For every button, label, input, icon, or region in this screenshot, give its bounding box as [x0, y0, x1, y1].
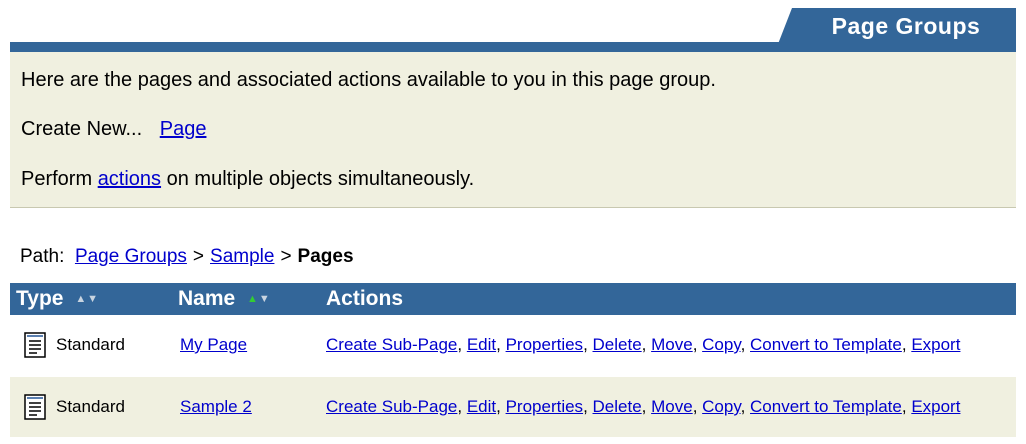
action-move[interactable]: Move: [651, 335, 693, 354]
pages-table: Type ▲ ▼ Name ▲ ▼ Actions Standard My Pa…: [10, 283, 1016, 437]
page-name-link[interactable]: My Page: [180, 335, 247, 354]
column-header-type[interactable]: Type ▲ ▼: [10, 283, 172, 315]
perform-suffix: on multiple objects simultaneously.: [166, 168, 475, 190]
action-copy[interactable]: Copy: [702, 335, 740, 354]
path-label: Path:: [20, 246, 65, 267]
action-properties[interactable]: Properties: [506, 335, 583, 354]
perform-prefix: Perform: [21, 168, 93, 190]
breadcrumb-page-groups[interactable]: Page Groups: [75, 246, 187, 267]
triangle-up-icon[interactable]: ▲: [75, 293, 86, 305]
type-label: Standard: [56, 397, 125, 416]
action-create-sub-page[interactable]: Create Sub-Page: [326, 397, 457, 416]
table-header-row: Type ▲ ▼ Name ▲ ▼ Actions: [10, 283, 1016, 315]
type-cell: Standard: [10, 394, 172, 420]
actions-link[interactable]: actions: [98, 168, 161, 190]
action-copy[interactable]: Copy: [702, 397, 740, 416]
breadcrumb: Path: Page Groups > Sample > Pages: [20, 246, 354, 268]
action-edit[interactable]: Edit: [467, 397, 496, 416]
page-header: Page Groups: [0, 0, 1026, 52]
create-new-label: Create New...: [21, 118, 143, 140]
action-create-sub-page[interactable]: Create Sub-Page: [326, 335, 457, 354]
sort-icons[interactable]: ▲ ▼: [75, 293, 98, 305]
action-properties[interactable]: Properties: [506, 397, 583, 416]
perform-actions-line: Perform actions on multiple objects simu…: [21, 168, 474, 191]
intro-panel: Here are the pages and associated action…: [10, 52, 1016, 208]
action-export[interactable]: Export: [911, 335, 960, 354]
intro-description: Here are the pages and associated action…: [21, 69, 716, 91]
page-name-link[interactable]: Sample 2: [180, 397, 252, 416]
action-delete[interactable]: Delete: [593, 397, 642, 416]
column-header-actions: Actions: [320, 283, 1016, 315]
action-edit[interactable]: Edit: [467, 335, 496, 354]
action-export[interactable]: Export: [911, 397, 960, 416]
breadcrumb-separator: >: [280, 246, 292, 267]
tab-title: Page Groups: [831, 12, 981, 39]
create-page-link[interactable]: Page: [160, 118, 207, 140]
triangle-up-icon[interactable]: ▲: [247, 293, 258, 305]
document-icon: [24, 332, 46, 358]
table-row: Standard Sample 2 Create Sub-Page, Edit,…: [10, 377, 1016, 437]
action-delete[interactable]: Delete: [593, 335, 642, 354]
actions-cell: Create Sub-Page, Edit, Properties, Delet…: [320, 315, 1016, 375]
table-row: Standard My Page Create Sub-Page, Edit, …: [10, 315, 1016, 375]
action-convert-to-template[interactable]: Convert to Template: [750, 335, 902, 354]
actions-cell: Create Sub-Page, Edit, Properties, Delet…: [320, 377, 1016, 437]
document-icon: [24, 394, 46, 420]
breadcrumb-separator: >: [192, 246, 205, 267]
triangle-down-icon[interactable]: ▼: [87, 293, 98, 305]
breadcrumb-current: Pages: [297, 246, 354, 267]
type-label: Standard: [56, 335, 125, 354]
action-move[interactable]: Move: [651, 397, 693, 416]
create-new-line: Create New... Page: [21, 118, 206, 141]
breadcrumb-sample[interactable]: Sample: [210, 246, 274, 267]
triangle-down-icon[interactable]: ▼: [259, 293, 270, 305]
column-header-name[interactable]: Name ▲ ▼: [172, 283, 320, 315]
sort-icons[interactable]: ▲ ▼: [247, 293, 270, 305]
page-groups-tab: Page Groups: [778, 8, 1016, 44]
type-cell: Standard: [10, 332, 172, 358]
action-convert-to-template[interactable]: Convert to Template: [750, 397, 902, 416]
